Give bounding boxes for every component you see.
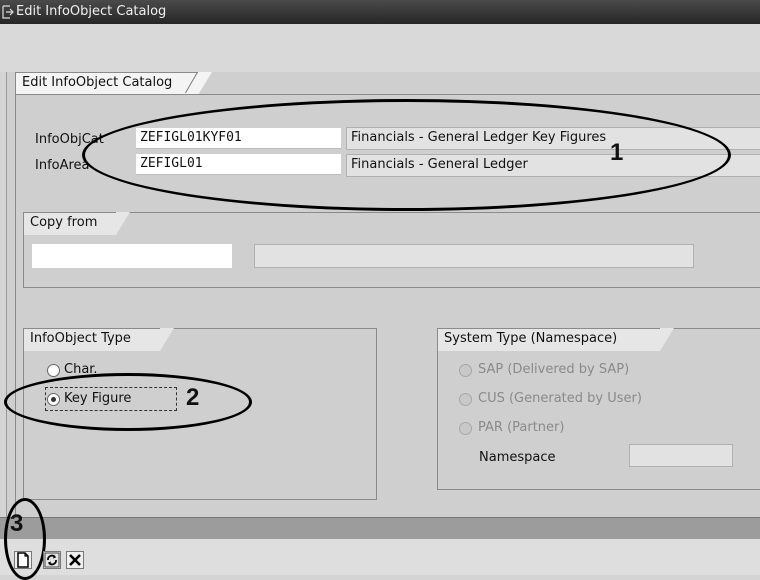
par-label: PAR (Partner) — [478, 420, 565, 435]
tab-edit-infoobject-catalog[interactable]: Edit InfoObject Catalog — [15, 72, 212, 95]
system-type-header: System Type (Namespace) — [437, 328, 674, 351]
cus-radio[interactable] — [459, 393, 472, 406]
callout-number-3: 3 — [10, 510, 24, 537]
copy-from-input[interactable] — [32, 244, 232, 268]
infoobject-type-header: InfoObject Type — [23, 328, 174, 351]
status-bar — [0, 517, 760, 540]
refresh-button[interactable] — [43, 551, 61, 569]
infoobject-type-title: InfoObject Type — [30, 331, 131, 346]
namespace-input[interactable] — [629, 444, 733, 467]
sap-radio[interactable] — [459, 364, 472, 377]
bottom-toolbar — [0, 539, 760, 575]
application-toolbar — [0, 24, 760, 72]
char-radio[interactable] — [47, 364, 60, 377]
tab-label: Edit InfoObject Catalog — [22, 75, 173, 90]
copy-from-header: Copy from — [23, 212, 130, 235]
copy-from-description — [254, 244, 694, 268]
title-bar: Edit InfoObject Catalog — [0, 0, 760, 24]
namespace-label: Namespace — [479, 450, 556, 465]
cancel-button[interactable] — [66, 551, 84, 569]
system-type-title: System Type (Namespace) — [444, 331, 618, 346]
callout-number-2: 2 — [186, 384, 200, 411]
refresh-icon — [44, 552, 60, 568]
create-button[interactable] — [14, 551, 32, 569]
sap-label: SAP (Delivered by SAP) — [478, 362, 630, 377]
callout-ellipse-2 — [4, 373, 252, 431]
window-arrow-icon — [2, 5, 14, 19]
copy-from-title: Copy from — [30, 215, 98, 230]
callout-number-1: 1 — [610, 139, 624, 166]
window-title: Edit InfoObject Catalog — [16, 4, 167, 19]
par-radio[interactable] — [459, 422, 472, 435]
infoarea-label: InfoArea — [35, 158, 90, 173]
cus-label: CUS (Generated by User) — [478, 391, 642, 406]
new-document-icon — [17, 552, 29, 568]
callout-ellipse-1 — [82, 99, 731, 211]
cancel-icon — [69, 554, 81, 566]
